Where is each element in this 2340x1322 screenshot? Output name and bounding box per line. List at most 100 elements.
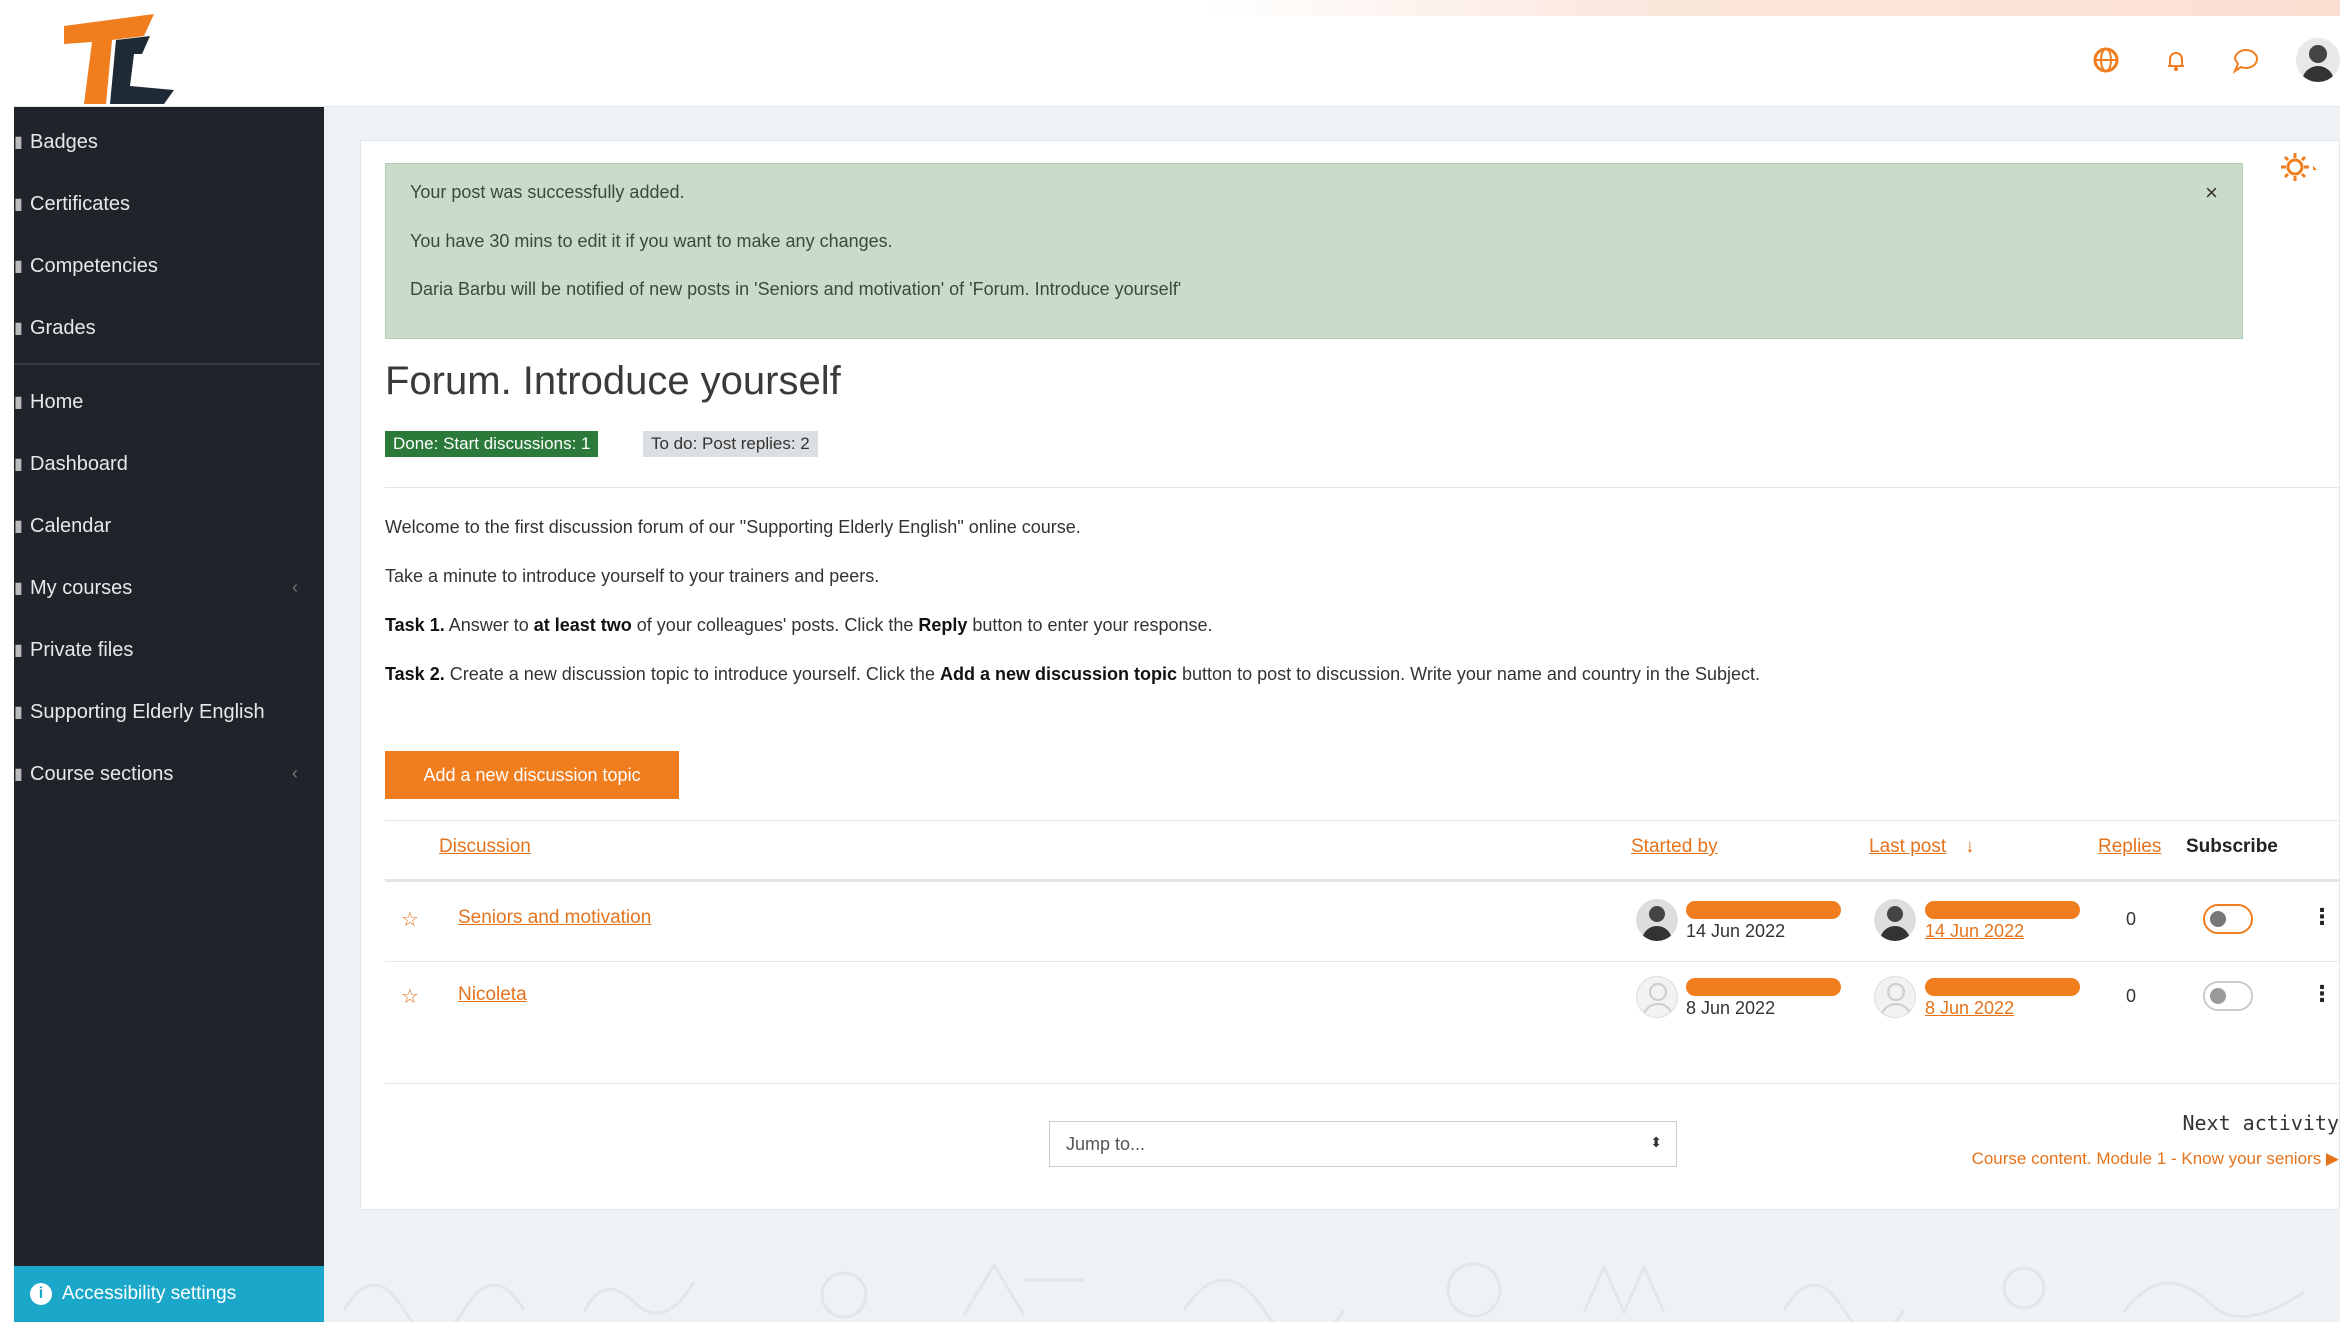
window-edge [0,0,14,1322]
avatar[interactable] [1636,899,1678,941]
alert-line: Daria Barbu will be notified of new post… [410,279,1182,299]
user-avatar[interactable] [2296,38,2340,82]
task-text: button to enter your response. [967,615,1213,635]
sidebar-item-label: Private files [30,638,134,661]
sidebar-item-certificates[interactable]: ▮ Certificates [14,173,324,235]
calendar-icon: ▮ [14,518,23,535]
sidebar-item-grades[interactable]: ▮ Grades [14,297,324,359]
success-alert: Your post was successfully added. You ha… [385,163,2243,339]
close-icon[interactable]: × [2205,180,2218,206]
chevron-left-icon: ‹ [292,763,298,783]
sidebar-item-calendar[interactable]: ▮ Calendar [14,495,324,557]
column-header-started-by[interactable]: Started by [1631,836,1718,858]
task-text: of your colleagues' posts. Click the [631,615,919,635]
started-date: 8 Jun 2022 [1686,998,1776,1018]
last-post-date[interactable]: 14 Jun 2022 [1925,921,2024,942]
discussion-link[interactable]: Seniors and motivation [458,907,651,929]
messages-icon[interactable] [2226,40,2266,80]
sidebar-item-label: Dashboard [30,452,128,475]
column-header-last-post[interactable]: Last post [1869,836,1946,858]
language-icon[interactable] [2086,40,2126,80]
alert-line: You have 30 mins to edit it if you want … [410,231,893,251]
jump-to-value: Jump to... [1066,1133,1146,1154]
intro-paragraph: Take a minute to introduce yourself to y… [385,566,880,586]
grades-icon: ▮ [14,320,23,337]
competencies-icon: ▮ [14,258,23,275]
sidebar-item-label: Supporting Elderly English [30,700,265,723]
next-activity-label: Next activity [2182,1111,2339,1135]
accessibility-label: Accessibility settings [62,1283,237,1304]
avatar[interactable] [1874,899,1916,941]
task-emphasis: Add a new discussion topic [939,664,1178,684]
sidebar-item-badges[interactable]: ▮ Badges [14,111,324,173]
sidebar-item-dashboard[interactable]: ▮ Dashboard [14,433,324,495]
subscribe-toggle[interactable] [2203,981,2253,1011]
discussion-link[interactable]: Nicoleta [458,984,527,1006]
divider [385,1083,2340,1084]
star-icon[interactable]: ☆ [401,984,419,1008]
avatar-placeholder[interactable] [1874,976,1916,1018]
banner-decoration [1204,0,2340,16]
redacted-name [1686,978,1841,996]
sidebar-item-private-files[interactable]: ▮ Private files [14,619,324,681]
last-post-date[interactable]: 8 Jun 2022 [1925,998,2014,1019]
dashboard-icon: ▮ [14,456,23,473]
task-text: Answer to [444,615,534,635]
sidebar-divider [14,363,320,365]
more-options-icon[interactable]: ⋮ [2311,905,2333,930]
main-content: Your post was successfully added. You ha… [360,140,2340,1210]
sidebar: ▮ Badges ▮ Certificates ▮ Competencies ▮ Gra… [14,107,324,1322]
next-activity-link[interactable]: Course content. Module 1 - Know your sen… [1972,1149,2339,1169]
task-1-paragraph: Task 1. Answer to at least two of your c… [385,615,1213,636]
sidebar-item-my-courses[interactable]: ▮ My courses ‹ [14,557,324,619]
sections-icon: ▮ [14,766,23,783]
divider [385,820,2340,821]
sidebar-item-course-sections[interactable]: ▮ Course sections ‹ [14,743,324,805]
notifications-icon[interactable] [2156,40,2196,80]
top-icons [2086,38,2340,82]
sidebar-item-course[interactable]: ▮ Supporting Elderly English [14,681,324,743]
task-text: Create a new discussion topic to introdu… [444,664,940,684]
sidebar-item-label: Grades [30,316,96,339]
star-icon[interactable]: ☆ [401,907,419,931]
task-emphasis: Reply [918,615,968,635]
started-date: 14 Jun 2022 [1686,921,1786,941]
top-navbar [14,0,2340,107]
sidebar-item-label: Competencies [30,254,158,277]
column-header-replies[interactable]: Replies [2098,836,2161,858]
reply-count: 0 [2126,909,2137,929]
sidebar-item-label: Home [30,390,84,413]
toggle-knob [2210,988,2226,1004]
task-label: Task 1. [385,615,445,635]
select-arrows-icon: ⬍ [1650,1134,1662,1150]
course-icon: ▮ [14,704,23,721]
task-2-paragraph: Task 2. Create a new discussion topic to… [385,664,1760,685]
files-icon: ▮ [14,642,23,659]
settings-gear-icon[interactable] [2279,151,2319,191]
add-discussion-button[interactable]: Add a new discussion topic [385,751,679,799]
accessibility-icon: i [30,1283,52,1305]
sidebar-item-label: Calendar [30,514,112,537]
more-options-icon[interactable]: ⋮ [2311,982,2333,1007]
task-label: Task 2. [385,664,445,684]
column-header-discussion[interactable]: Discussion [439,836,531,858]
page-title: Forum. Introduce yourself [385,359,841,403]
reply-count: 0 [2126,986,2137,1006]
site-logo[interactable] [64,14,194,104]
sidebar-item-home[interactable]: ▮ Home [14,371,324,433]
intro-paragraph: Welcome to the first discussion forum of… [385,517,1081,537]
jump-to-select[interactable]: Jump to... ⬍ [1049,1121,1677,1167]
table-header-divider [385,879,2340,882]
avatar-placeholder[interactable] [1636,976,1678,1018]
completion-done-badge: Done: Start discussions: 1 [385,431,599,457]
sidebar-item-label: Certificates [30,192,131,215]
completion-todo-badge: To do: Post replies: 2 [643,431,818,457]
sort-desc-icon[interactable]: ↓ [1965,836,1975,858]
chevron-left-icon: ‹ [292,577,298,597]
subscribe-toggle[interactable] [2203,904,2253,934]
courses-icon: ▮ [14,580,23,597]
home-icon: ▮ [14,394,23,411]
accessibility-settings-button[interactable]: i Accessibility settings [14,1266,324,1322]
sidebar-item-competencies[interactable]: ▮ Competencies [14,235,324,297]
task-emphasis: at least two [533,615,632,635]
